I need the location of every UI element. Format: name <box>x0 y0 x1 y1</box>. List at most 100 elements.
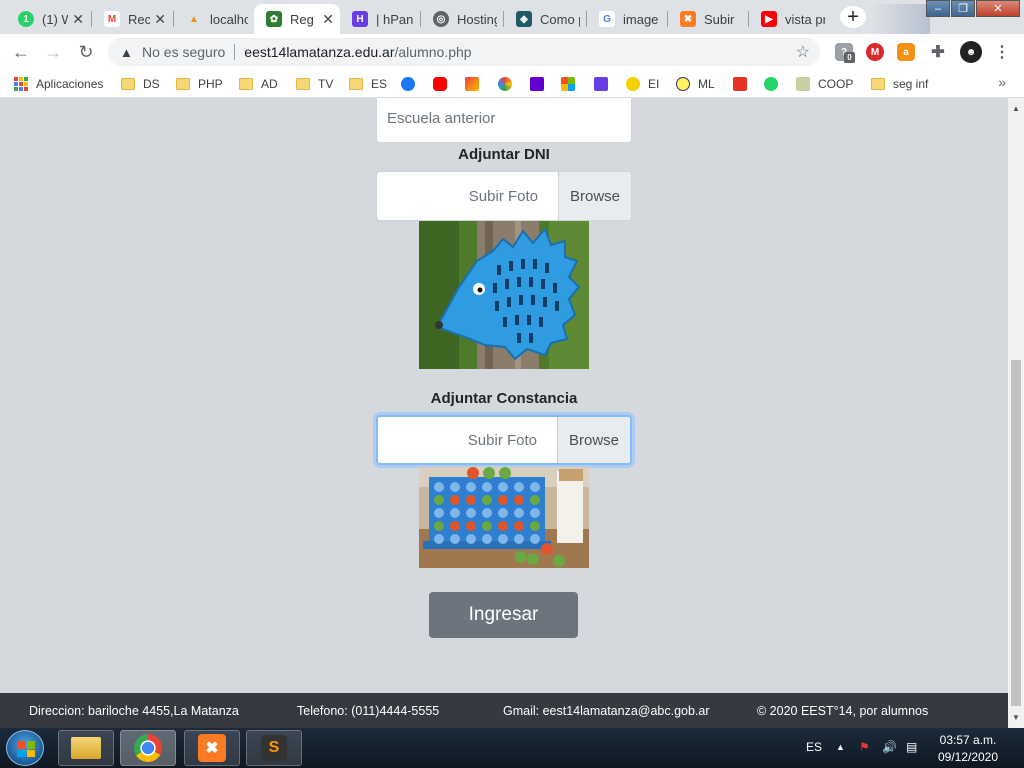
bookmark-ml[interactable]: ML <box>676 76 715 92</box>
scrollbar-thumb[interactable] <box>1011 360 1021 706</box>
bookmark-coop[interactable]: COOP <box>796 76 853 92</box>
gmail-icon <box>465 77 479 91</box>
bookmark-label: seg inf <box>893 77 929 91</box>
footer-copyright: © 2020 EEST°14, por alumnos <box>757 704 929 718</box>
bookmarks-overflow-icon[interactable]: » <box>998 74 1006 90</box>
tab-title: Reg <box>290 11 314 27</box>
tab-vista-previa[interactable]: ▶ vista pre <box>749 4 831 34</box>
scroll-down-arrow-icon[interactable]: ▼ <box>1012 713 1020 722</box>
bookmark-whatsapp[interactable] <box>764 76 786 92</box>
network-icon[interactable]: ▤ <box>906 740 917 754</box>
bookmark-label: DS <box>143 77 160 91</box>
mega-icon[interactable]: M <box>866 43 884 61</box>
bookmark-facebook[interactable] <box>401 76 423 92</box>
footer-address: Direccion: bariloche 4455,La Matanza <box>29 704 239 718</box>
close-tab-icon[interactable]: ✕ <box>72 11 84 28</box>
page-scrollbar[interactable]: ▲ ▼ <box>1008 98 1024 728</box>
bookmark-label: ML <box>698 77 715 91</box>
bookmark-yahoo[interactable] <box>530 76 552 92</box>
close-tab-icon[interactable]: ✕ <box>154 11 166 28</box>
bookmark-php[interactable]: PHP <box>176 76 223 92</box>
menu-kebab-icon[interactable]: ⋮ <box>993 43 1011 61</box>
language-indicator[interactable]: ES <box>806 740 822 754</box>
security-status[interactable]: No es seguro <box>142 44 225 60</box>
minimize-button[interactable]: – <box>926 0 950 17</box>
game-token <box>482 482 492 492</box>
code-icon: ◈ <box>516 11 532 27</box>
bookmark-ad[interactable]: AD <box>239 76 278 92</box>
warning-icon[interactable]: ▲ <box>120 45 134 60</box>
tab-whatsapp[interactable]: 1 (1) W ✕ <box>6 4 90 34</box>
game-token <box>530 482 540 492</box>
forward-arrow-icon[interactable]: → <box>41 40 65 64</box>
constancia-file-input[interactable]: Subir Foto Browse <box>376 415 632 465</box>
game-token <box>434 495 444 505</box>
reload-icon[interactable]: ↻ <box>74 40 98 64</box>
constancia-browse-button[interactable]: Browse <box>557 417 630 463</box>
bookmark-star-icon[interactable]: ☆ <box>796 42 810 62</box>
tab-hosting[interactable]: ◎ Hosting <box>421 4 503 34</box>
tab-gmail[interactable]: M Rec ✕ <box>92 4 172 34</box>
ei-icon <box>626 77 640 91</box>
back-arrow-icon[interactable]: ← <box>9 40 33 64</box>
game-token <box>482 508 492 518</box>
profile-avatar[interactable]: ☻ <box>960 41 982 63</box>
address-bar[interactable]: ▲ No es seguro eest14lamatanza.edu.ar/al… <box>108 38 820 66</box>
tab-title: Rec <box>128 11 151 27</box>
new-tab-button[interactable]: + <box>840 6 866 28</box>
bookmark-tv[interactable]: TV <box>296 76 333 92</box>
bookmark-seg-inf[interactable]: seg inf <box>871 76 928 92</box>
bookmark-hostinger[interactable] <box>594 76 616 92</box>
bookmark-ei[interactable]: EI <box>626 76 659 92</box>
action-center-icon[interactable]: ⚑ <box>859 740 870 754</box>
bookmark-google[interactable] <box>498 76 520 92</box>
tab-localhost[interactable]: ▲ localhos <box>174 4 254 34</box>
tab-como-p[interactable]: ◈ Como p <box>504 4 586 34</box>
tab-strip: 1 (1) W ✕ M Rec ✕ ▲ localhos ✿ Reg ✕ H |… <box>0 0 1024 34</box>
start-button[interactable] <box>6 730 44 766</box>
dni-file-input[interactable]: Subir Foto Browse <box>376 171 632 221</box>
bookmark-youtube[interactable] <box>433 76 455 92</box>
url-path: /alumno.php <box>394 44 472 60</box>
ingresar-button[interactable]: Ingresar <box>429 592 578 638</box>
game-token <box>434 508 444 518</box>
game-token <box>530 495 540 505</box>
scroll-up-arrow-icon[interactable]: ▲ <box>1012 104 1020 113</box>
bookmark-gmail[interactable] <box>465 76 487 92</box>
tab-hpanel[interactable]: H | hPanel <box>340 4 420 34</box>
url-host: eest14lamatanza.edu.ar <box>244 44 395 60</box>
taskbar-chrome[interactable] <box>120 730 176 766</box>
tab-image[interactable]: G image c <box>587 4 667 34</box>
tab-registro[interactable]: ✿ Reg ✕ <box>254 4 340 34</box>
taskbar-explorer[interactable] <box>58 730 114 766</box>
game-token <box>434 482 444 492</box>
system-clock[interactable]: 03:57 a.m. 09/12/2020 <box>928 732 1008 766</box>
restore-button[interactable]: ❐ <box>951 0 975 17</box>
mercadolibre-icon <box>676 77 690 91</box>
taskbar-xampp[interactable]: ✖ <box>184 730 240 766</box>
phpmyadmin-icon: ▲ <box>189 13 199 25</box>
globe-icon: ◎ <box>433 11 449 27</box>
taskbar-sublime[interactable]: S <box>246 730 302 766</box>
close-tab-icon[interactable]: ✕ <box>322 11 334 28</box>
folder-icon <box>176 78 190 90</box>
bookmark-es[interactable]: ES <box>349 76 387 92</box>
volume-icon[interactable]: 🔊 <box>882 740 897 754</box>
bookmark-microsoft[interactable] <box>561 76 583 92</box>
bookmark-label: EI <box>648 77 660 91</box>
close-window-button[interactable]: ✕ <box>976 0 1020 17</box>
bookmark-apps[interactable]: Aplicaciones <box>14 76 103 92</box>
microsoft-icon <box>561 77 575 91</box>
tray-overflow-icon[interactable]: ▲ <box>836 742 845 752</box>
tab-subir[interactable]: ✖ Subir <box>668 4 748 34</box>
dni-browse-button[interactable]: Browse <box>558 172 631 220</box>
gmail-icon: M <box>104 11 120 27</box>
shopping-icon[interactable]: a <box>897 43 915 61</box>
bookmark-aliexpress[interactable] <box>733 76 755 92</box>
bookmark-ds[interactable]: DS <box>121 76 160 92</box>
chrome-icon <box>134 734 162 762</box>
previous-school-input[interactable]: Escuela anterior <box>376 98 632 143</box>
school-site-icon: ✿ <box>266 11 282 27</box>
tab-title: (1) W <box>42 11 69 27</box>
extensions-puzzle-icon[interactable]: ✚ <box>929 43 947 61</box>
